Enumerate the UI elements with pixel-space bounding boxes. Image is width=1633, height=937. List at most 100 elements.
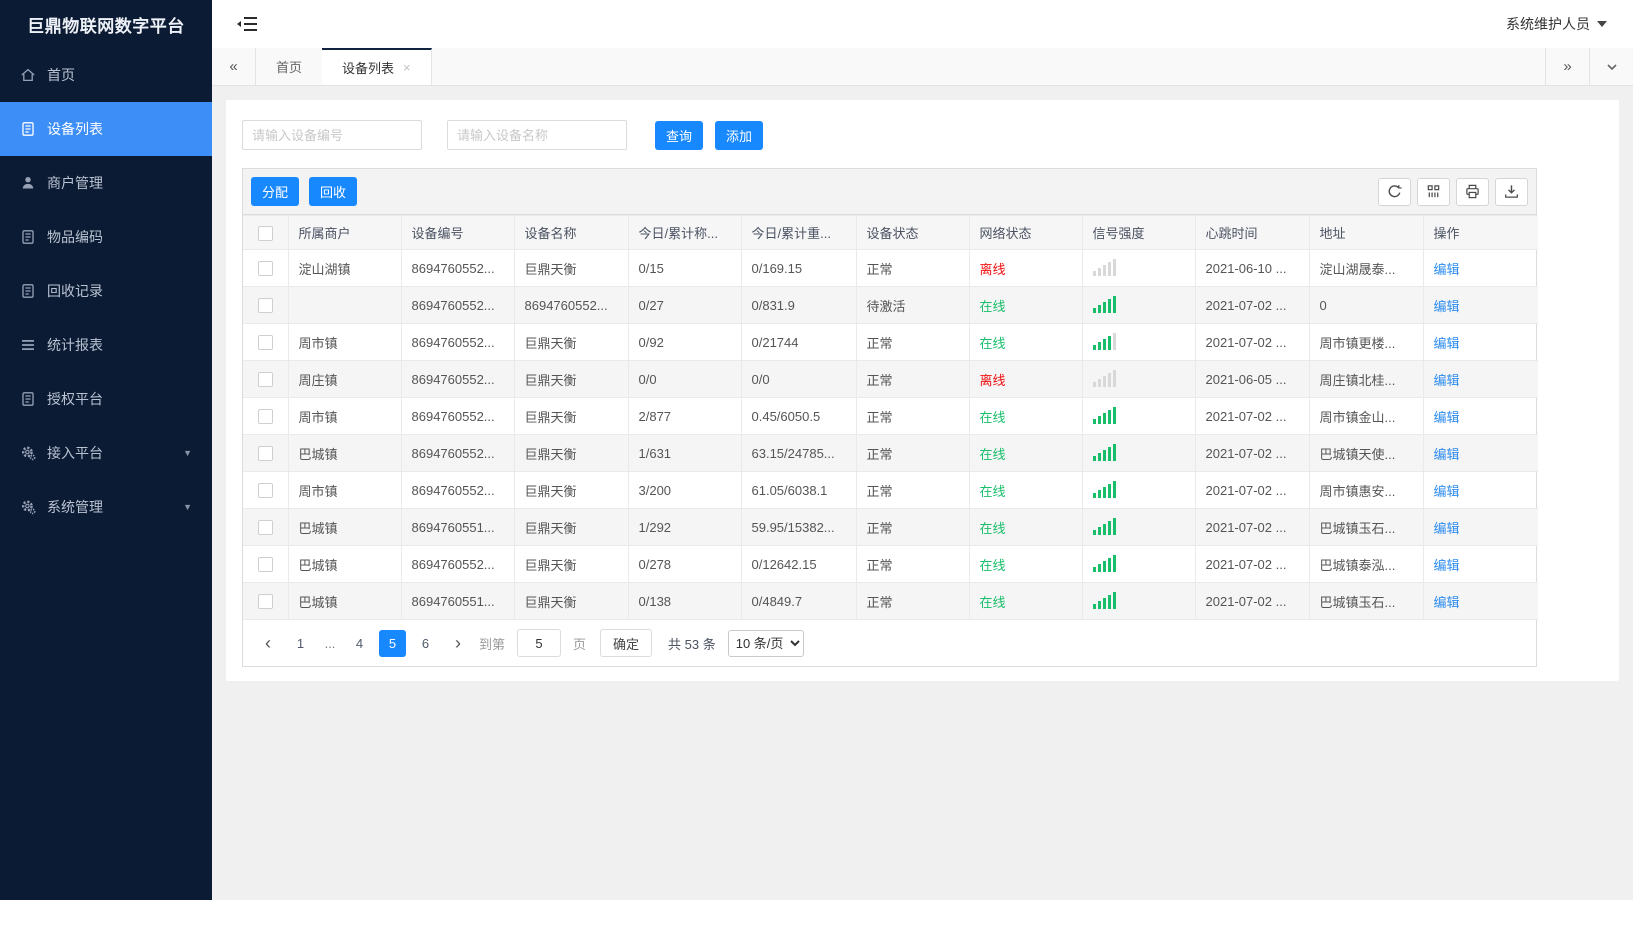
signal-strength-cell bbox=[1081, 286, 1196, 324]
table-row: 周市镇 8694760552... 巨鼎天衡 2/877 0.45/6050.5 正常 在线… bbox=[243, 397, 1538, 435]
tabbar: « 首页 设备列表 × » bbox=[212, 48, 1633, 86]
page-number-4[interactable]: 4 bbox=[346, 630, 373, 657]
chevron-left-icon[interactable]: ‹ bbox=[255, 630, 281, 656]
row-checkbox[interactable] bbox=[257, 446, 273, 462]
table-row: 周市镇 8694760552... 巨鼎天衡 0/92 0/21744 正常 在线 2021-… bbox=[243, 323, 1538, 361]
user-menu[interactable]: 系统维护人员 bbox=[1506, 14, 1607, 34]
today-weight-cell: 61.05/6038.1 bbox=[740, 471, 857, 509]
signal-bars-icon bbox=[1092, 554, 1116, 572]
device-no-input[interactable] bbox=[242, 120, 422, 150]
tab-home[interactable]: 首页 bbox=[256, 48, 322, 85]
device-name-cell: 巨鼎天衡 bbox=[513, 323, 629, 361]
device-name-cell: 巨鼎天衡 bbox=[513, 360, 629, 398]
table-row: 巴城镇 8694760552... 巨鼎天衡 1/631 63.15/24785... 正… bbox=[243, 434, 1538, 472]
close-icon[interactable]: × bbox=[403, 60, 411, 75]
today-weight-cell: 0/831.9 bbox=[740, 286, 857, 324]
row-checkbox[interactable] bbox=[257, 335, 273, 351]
print-icon[interactable] bbox=[1456, 177, 1489, 206]
sidebar-item-statistics-report[interactable]: 统计报表 bbox=[0, 318, 212, 372]
heartbeat-cell: 2021-07-02 ... bbox=[1194, 545, 1310, 583]
column-header: 地址 bbox=[1308, 215, 1424, 250]
row-checkbox[interactable] bbox=[257, 483, 273, 499]
row-checkbox[interactable] bbox=[257, 520, 273, 536]
address-cell: 巴城镇玉石... bbox=[1308, 508, 1424, 546]
merchant-cell: 周市镇 bbox=[287, 471, 402, 509]
edit-link[interactable]: 编辑 bbox=[1434, 595, 1460, 610]
edit-link[interactable]: 编辑 bbox=[1434, 299, 1460, 314]
refresh-icon[interactable] bbox=[1378, 177, 1411, 206]
action-cell: 编辑 bbox=[1422, 286, 1538, 324]
tab-label: 首页 bbox=[276, 60, 303, 75]
sidebar-item-item-coding[interactable]: 物品编码 bbox=[0, 210, 212, 264]
table-panel: 分配 回收 所属商户 设备编号 设备名称 今日/累计称... 今日/累计重...… bbox=[242, 168, 1538, 667]
edit-link[interactable]: 编辑 bbox=[1434, 558, 1460, 573]
column-header: 所属商户 bbox=[287, 215, 402, 250]
today-count-cell: 1/292 bbox=[627, 508, 742, 546]
device-no-cell: 8694760552... bbox=[400, 434, 515, 472]
sidebar-item-access-platform[interactable]: 接入平台 ▼ bbox=[0, 426, 212, 480]
chevrons-left-icon[interactable]: « bbox=[212, 48, 256, 85]
row-checkbox[interactable] bbox=[257, 409, 273, 425]
sidebar-item-system-management[interactable]: 系统管理 ▼ bbox=[0, 480, 212, 534]
device-name-input[interactable] bbox=[447, 120, 627, 150]
merchant-cell: 巴城镇 bbox=[287, 582, 402, 620]
download-icon[interactable] bbox=[1495, 177, 1528, 206]
action-cell: 编辑 bbox=[1422, 471, 1538, 509]
content-area: 查询 添加 分配 回收 bbox=[212, 86, 1633, 900]
edit-link[interactable]: 编辑 bbox=[1434, 484, 1460, 499]
today-weight-cell: 0/12642.15 bbox=[740, 545, 857, 583]
column-header: 网络状态 bbox=[968, 215, 1083, 250]
edit-link[interactable]: 编辑 bbox=[1434, 336, 1460, 351]
table-body: 淀山湖镇 8694760552... 巨鼎天衡 0/15 0/169.15 正常 离线 202… bbox=[243, 249, 1538, 620]
chevron-right-icon[interactable]: › bbox=[445, 630, 471, 656]
row-checkbox[interactable] bbox=[257, 594, 273, 610]
edit-link[interactable]: 编辑 bbox=[1434, 373, 1460, 388]
chevrons-right-icon[interactable]: » bbox=[1545, 48, 1589, 85]
row-checkbox[interactable] bbox=[257, 372, 273, 388]
edit-link[interactable]: 编辑 bbox=[1434, 521, 1460, 536]
sidebar-item-label: 接入平台 bbox=[47, 445, 103, 461]
sidebar-item-device-list[interactable]: 设备列表 bbox=[0, 102, 212, 156]
collapse-menu-icon[interactable] bbox=[236, 15, 258, 33]
table-row: 周庄镇 8694760552... 巨鼎天衡 0/0 0/0 正常 离线 2021-06-05… bbox=[243, 360, 1538, 398]
today-count-cell: 0/138 bbox=[627, 582, 742, 620]
tab-device-list[interactable]: 设备列表 × bbox=[322, 48, 432, 85]
lines-icon bbox=[20, 337, 36, 353]
goto-page-input[interactable] bbox=[517, 629, 562, 657]
sidebar-item-recycle-records[interactable]: 回收记录 bbox=[0, 264, 212, 318]
confirm-button[interactable]: 确定 bbox=[600, 629, 653, 657]
page-number-6[interactable]: 6 bbox=[412, 630, 439, 657]
sidebar: 巨鼎物联网数字平台 首页 设备列表 商户管理 物品编码 回收记录 统计报表 授权平台 接入平台… bbox=[0, 0, 212, 900]
signal-strength-cell bbox=[1081, 249, 1196, 287]
column-header: 设备名称 bbox=[513, 215, 629, 250]
tab-list: 首页 设备列表 × bbox=[256, 48, 432, 85]
device-status-cell: 正常 bbox=[855, 397, 970, 435]
row-checkbox[interactable] bbox=[257, 557, 273, 573]
assign-button[interactable]: 分配 bbox=[251, 177, 300, 206]
row-checkbox[interactable] bbox=[257, 261, 273, 277]
query-button[interactable]: 查询 bbox=[655, 120, 704, 150]
add-button[interactable]: 添加 bbox=[715, 120, 764, 150]
sidebar-item-label: 物品编码 bbox=[47, 229, 103, 245]
signal-strength-cell bbox=[1081, 545, 1196, 583]
device-no-cell: 8694760552... bbox=[400, 397, 515, 435]
page-size-select[interactable]: 10 条/页 bbox=[727, 629, 804, 657]
page-number-5[interactable]: 5 bbox=[379, 629, 406, 657]
select-all-checkbox[interactable] bbox=[257, 225, 273, 241]
columns-icon[interactable] bbox=[1417, 177, 1450, 206]
sidebar-item-label: 统计报表 bbox=[47, 337, 103, 353]
edit-link[interactable]: 编辑 bbox=[1434, 447, 1460, 462]
edit-link[interactable]: 编辑 bbox=[1434, 410, 1460, 425]
today-weight-cell: 63.15/24785... bbox=[740, 434, 857, 472]
sidebar-item-label: 设备列表 bbox=[47, 121, 103, 137]
sidebar-nav: 首页设备列表商户管理物品编码回收记录统计报表授权平台 接入平台 ▼ 系统管理 ▼ bbox=[0, 48, 212, 534]
sidebar-item-authorization-platform[interactable]: 授权平台 bbox=[0, 372, 212, 426]
page-number-1[interactable]: 1 bbox=[287, 630, 314, 657]
edit-link[interactable]: 编辑 bbox=[1434, 262, 1460, 277]
chevron-down-icon[interactable] bbox=[1589, 48, 1633, 85]
sidebar-item-home[interactable]: 首页 bbox=[0, 48, 212, 102]
row-checkbox[interactable] bbox=[257, 298, 273, 314]
page-ellipsis: ... bbox=[324, 635, 336, 651]
recycle-button[interactable]: 回收 bbox=[309, 177, 358, 206]
sidebar-item-merchant-management[interactable]: 商户管理 bbox=[0, 156, 212, 210]
